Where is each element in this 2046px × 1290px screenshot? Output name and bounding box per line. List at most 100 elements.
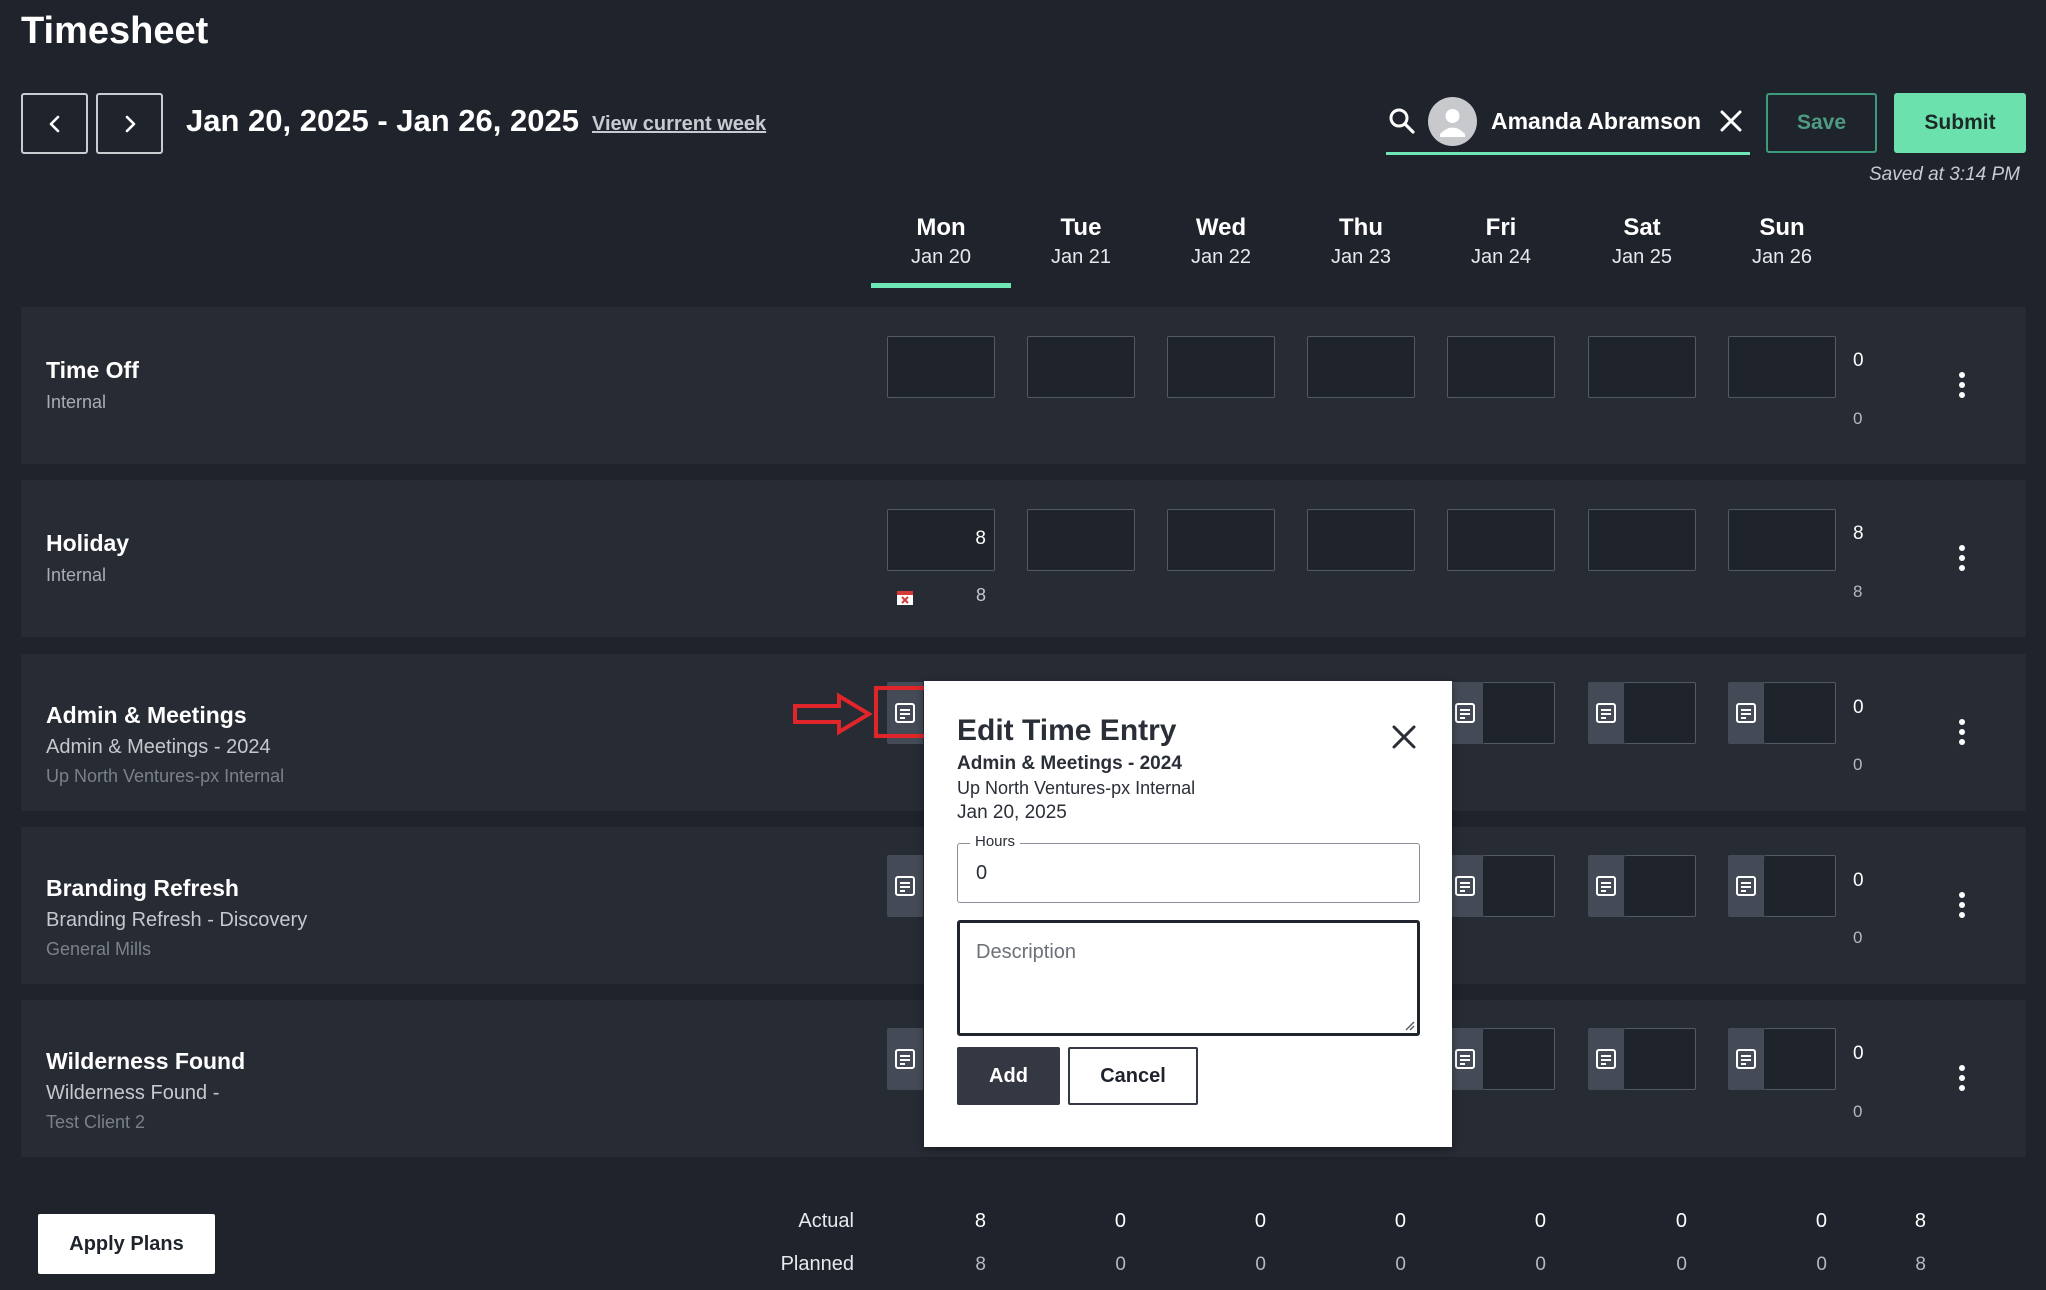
holiday-calendar-icon	[897, 591, 913, 605]
saved-status: Saved at 3:14 PM	[1868, 164, 2020, 185]
next-week-button[interactable]	[96, 93, 163, 154]
day-header-thu[interactable]: Thu Jan 23	[1291, 214, 1431, 269]
row-menu-button[interactable]	[1950, 543, 1974, 573]
hours-cell[interactable]	[1624, 855, 1696, 917]
day-date: Jan 20	[910, 246, 972, 268]
note-button[interactable]	[1447, 1028, 1483, 1090]
day-header-wed[interactable]: Wed Jan 22	[1151, 214, 1291, 269]
planned-total: 0	[1676, 1254, 1687, 1275]
note-button[interactable]	[1588, 1028, 1624, 1090]
hours-cell[interactable]	[1447, 509, 1555, 571]
day-header-sun[interactable]: Sun Jan 26	[1712, 214, 1852, 269]
day-name: Fri	[1485, 214, 1517, 241]
note-button[interactable]	[1447, 855, 1483, 917]
actual-total: 0	[1254, 1210, 1266, 1232]
row-total: 0	[1853, 1043, 1864, 1064]
row-total: 0	[1853, 350, 1864, 371]
hours-cell[interactable]	[1027, 336, 1135, 398]
day-date: Jan 26	[1751, 246, 1813, 268]
hours-cell[interactable]	[1483, 682, 1555, 744]
more-vertical-icon	[1959, 545, 1965, 571]
hours-cell[interactable]	[1483, 1028, 1555, 1090]
chevron-left-icon	[49, 115, 59, 132]
timesheet-row-time-off: Time Off Internal	[21, 307, 2026, 464]
note-icon	[1455, 703, 1475, 723]
hours-cell[interactable]	[1167, 336, 1275, 398]
chevron-right-icon	[125, 115, 135, 132]
hours-cell[interactable]	[1588, 509, 1696, 571]
planned-total: 0	[1535, 1254, 1546, 1275]
hours-cell[interactable]	[1027, 509, 1135, 571]
day-name: Wed	[1195, 214, 1247, 241]
hours-label: Hours	[970, 833, 1021, 850]
day-header-fri[interactable]: Fri Jan 24	[1431, 214, 1571, 269]
row-subtitle: Admin & Meetings - 2024	[46, 736, 271, 758]
day-date: Jan 21	[1050, 246, 1112, 268]
note-icon	[1736, 703, 1756, 723]
row-planned-total: 0	[1853, 1102, 1863, 1121]
row-menu-button[interactable]	[1950, 717, 1974, 747]
row-planned-total: 0	[1853, 409, 1863, 428]
hours-cell[interactable]	[1764, 855, 1836, 917]
note-icon	[895, 1049, 915, 1069]
row-title: Admin & Meetings	[46, 702, 247, 728]
user-search-field[interactable]: Amanda Abramson	[1386, 90, 1750, 155]
day-name: Sun	[1759, 214, 1805, 241]
planned-week-total: 8	[1915, 1254, 1926, 1275]
hours-cell[interactable]	[1307, 336, 1415, 398]
actual-week-total: 8	[1914, 1210, 1926, 1232]
day-header-sat[interactable]: Sat Jan 25	[1572, 214, 1712, 269]
save-button[interactable]: Save	[1766, 93, 1877, 153]
hours-cell[interactable]	[1483, 855, 1555, 917]
apply-plans-button[interactable]: Apply Plans	[38, 1214, 215, 1274]
note-button[interactable]	[887, 1028, 923, 1090]
note-button[interactable]	[1728, 855, 1764, 917]
previous-week-button[interactable]	[21, 93, 88, 154]
row-subtitle: Branding Refresh - Discovery	[46, 909, 308, 931]
hours-cell[interactable]	[1307, 509, 1415, 571]
row-menu-button[interactable]	[1950, 370, 1974, 400]
hours-cell[interactable]: 8	[887, 509, 995, 571]
description-textarea[interactable]: Description	[957, 920, 1420, 1036]
hours-cell[interactable]	[1728, 509, 1836, 571]
note-button[interactable]	[1588, 682, 1624, 744]
row-menu-button[interactable]	[1950, 890, 1974, 920]
day-name: Tue	[1060, 214, 1102, 241]
more-vertical-icon	[1959, 372, 1965, 398]
hours-input[interactable]: Hours 0	[957, 833, 1420, 903]
hours-cell[interactable]	[1624, 1028, 1696, 1090]
hours-cell[interactable]	[1167, 509, 1275, 571]
cancel-button[interactable]: Cancel	[1068, 1047, 1198, 1105]
note-button[interactable]	[1728, 682, 1764, 744]
hours-cell[interactable]	[1728, 336, 1836, 398]
hours-cell[interactable]	[887, 336, 995, 398]
row-total: 0	[1853, 870, 1864, 891]
hours-cell[interactable]	[1447, 336, 1555, 398]
note-button[interactable]	[1588, 855, 1624, 917]
row-title: Time Off	[46, 357, 139, 383]
view-current-week-link[interactable]: View current week	[592, 113, 766, 136]
add-button[interactable]: Add	[957, 1047, 1060, 1105]
note-icon	[1736, 1049, 1756, 1069]
submit-button[interactable]: Submit	[1894, 93, 2026, 153]
hours-cell[interactable]	[1764, 1028, 1836, 1090]
hours-cell[interactable]	[1764, 682, 1836, 744]
row-planned-total: 0	[1853, 755, 1863, 774]
day-header-tue[interactable]: Tue Jan 21	[1011, 214, 1151, 269]
row-total: 0	[1853, 697, 1864, 718]
week-date-range: Jan 20, 2025 - Jan 26, 2025	[186, 103, 579, 138]
row-planned-total: 8	[1853, 582, 1863, 601]
note-button[interactable]	[1447, 682, 1483, 744]
row-menu-button[interactable]	[1950, 1063, 1974, 1093]
hours-cell[interactable]	[1624, 682, 1696, 744]
day-header-mon[interactable]: Mon Jan 20	[871, 214, 1011, 269]
note-button[interactable]	[887, 855, 923, 917]
note-button[interactable]	[1728, 1028, 1764, 1090]
resize-handle-icon[interactable]	[1403, 1019, 1415, 1031]
clear-user-icon[interactable]	[1717, 107, 1745, 135]
note-icon	[1596, 876, 1616, 896]
close-icon[interactable]	[1390, 723, 1418, 751]
dialog-project: Admin & Meetings - 2024	[957, 753, 1182, 774]
hours-cell[interactable]	[1588, 336, 1696, 398]
row-client: General Mills	[46, 939, 152, 959]
